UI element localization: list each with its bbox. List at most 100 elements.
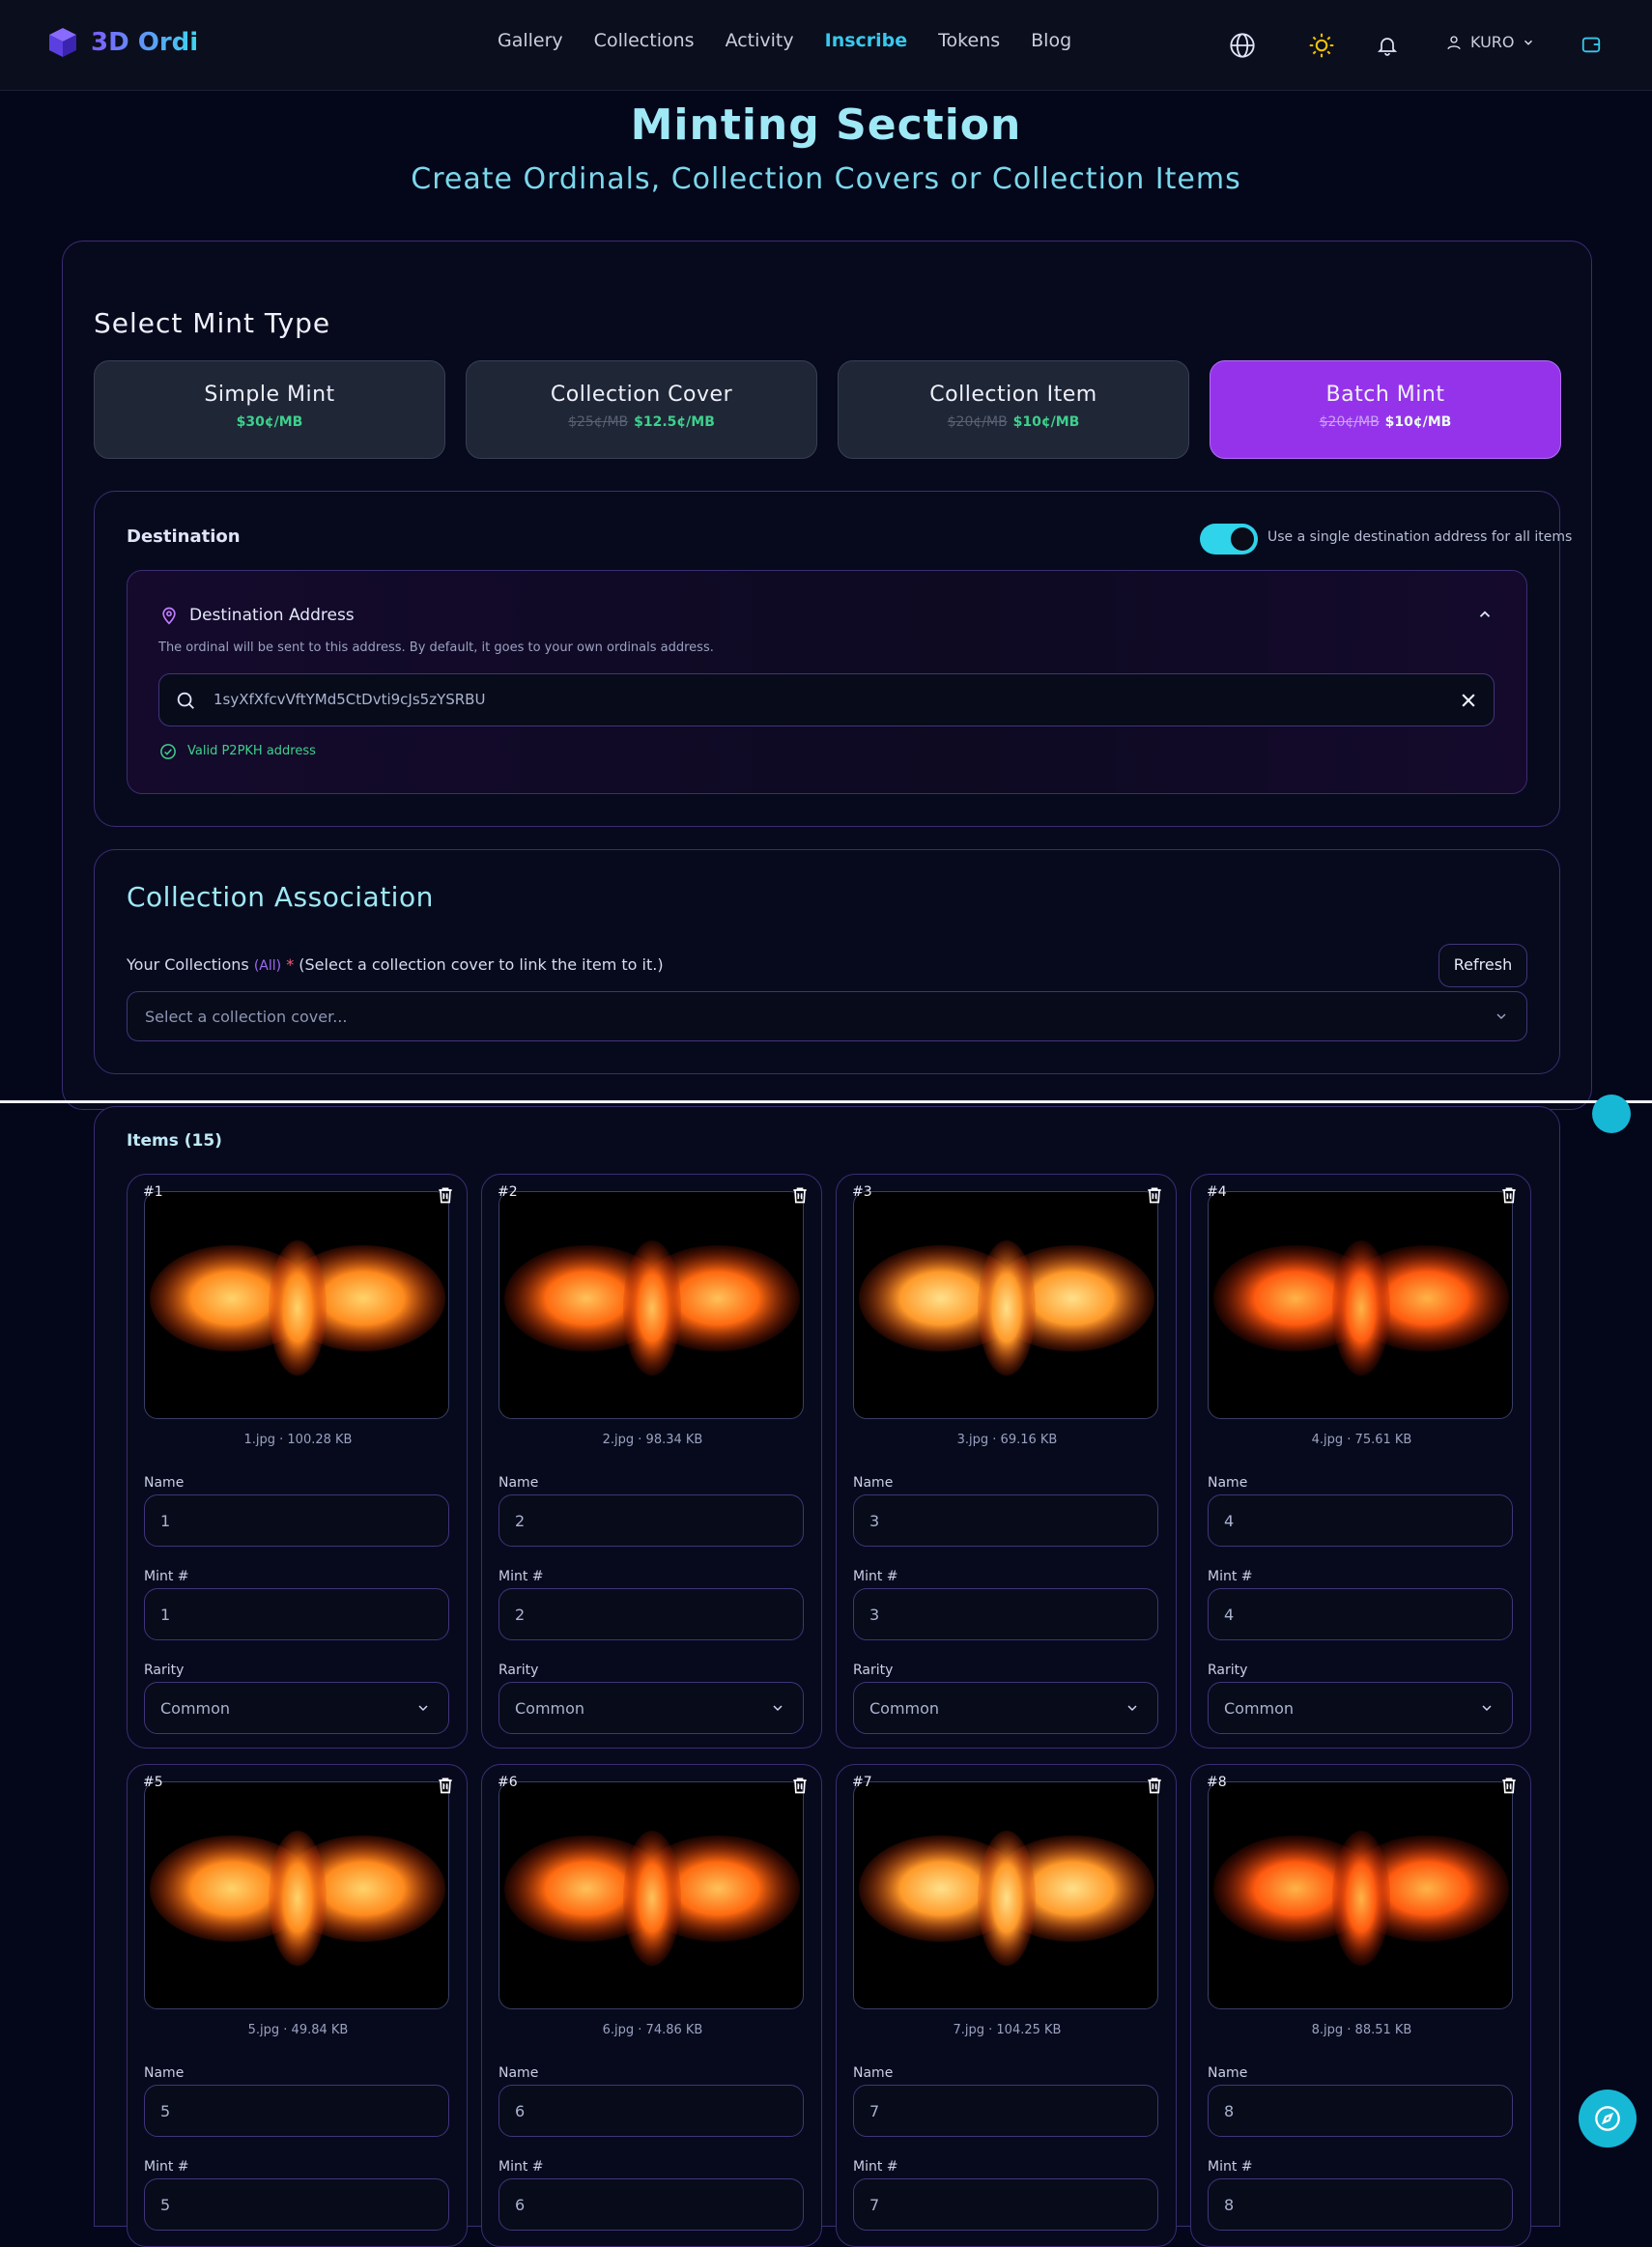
item-card: #4 4.jpg · 75.61 KB Name 4 Mint # 4 Rari… xyxy=(1190,1174,1531,1749)
nav-link-tokens[interactable]: Tokens xyxy=(938,30,1000,51)
nav-link-blog[interactable]: Blog xyxy=(1031,30,1071,51)
nav-link-gallery[interactable]: Gallery xyxy=(498,30,563,51)
search-icon xyxy=(177,692,194,709)
item-image xyxy=(1208,1781,1513,2009)
chevron-down-icon xyxy=(773,1705,783,1712)
item-index: #7 xyxy=(852,1775,872,1790)
mint-type-heading: Select Mint Type xyxy=(94,307,331,339)
items-title: Items (15) xyxy=(127,1131,222,1151)
destination-address-title: Destination Address xyxy=(189,606,355,625)
mint-number-input[interactable]: 3 xyxy=(853,1588,1158,1640)
nav-link-collections[interactable]: Collections xyxy=(594,30,695,51)
single-address-toggle[interactable] xyxy=(1200,524,1258,555)
trash-icon[interactable] xyxy=(1499,1775,1519,1796)
compass-fab[interactable] xyxy=(1579,2090,1637,2147)
page-title: Minting Section xyxy=(630,100,1022,150)
item-card: #1 1.jpg · 100.28 KB Name 1 Mint # 1 Rar… xyxy=(127,1174,468,1749)
trash-icon[interactable] xyxy=(436,1184,455,1206)
rarity-label: Rarity xyxy=(853,1663,894,1678)
mint-number-input[interactable]: 8 xyxy=(1208,2178,1513,2231)
destination-address-input[interactable]: 1syXfXfcvVftYMd5CtDvti9cJs5zYSRBU xyxy=(158,673,1495,726)
item-index: #5 xyxy=(143,1775,163,1790)
mint-number-input[interactable]: 4 xyxy=(1208,1588,1513,1640)
item-image xyxy=(853,1191,1158,1419)
mint-option-price: $30¢/MB xyxy=(236,414,303,430)
mint-number-input[interactable]: 2 xyxy=(498,1588,804,1640)
mint-number-input[interactable]: 5 xyxy=(144,2178,449,2231)
item-card: #6 6.jpg · 74.86 KB Name 6 Mint # 6 xyxy=(481,1764,822,2247)
item-index: #6 xyxy=(498,1775,518,1790)
collection-select[interactable]: Select a collection cover... xyxy=(127,991,1527,1041)
item-card: #7 7.jpg · 104.25 KB Name 7 Mint # 7 xyxy=(836,1764,1177,2247)
name-input[interactable]: 6 xyxy=(498,2085,804,2137)
name-label: Name xyxy=(1208,1475,1248,1491)
rarity-select[interactable]: Common xyxy=(1208,1682,1513,1734)
refresh-button[interactable]: Refresh xyxy=(1438,944,1527,987)
destination-description: The ordinal will be sent to this address… xyxy=(158,640,714,655)
mint-number-label: Mint # xyxy=(1208,1569,1253,1584)
item-card: #2 2.jpg · 98.34 KB Name 2 Mint # 2 Rari… xyxy=(481,1174,822,1749)
mint-option-collection-item[interactable]: Collection Item $20¢/MB $10¢/MB xyxy=(838,360,1189,459)
close-icon[interactable] xyxy=(1459,691,1478,710)
mint-number-input[interactable]: 6 xyxy=(498,2178,804,2231)
edge-button[interactable] xyxy=(1592,1095,1631,1133)
check-circle-icon xyxy=(160,744,176,759)
item-file-info: 5.jpg · 49.84 KB xyxy=(247,2023,349,2037)
name-input[interactable]: 1 xyxy=(144,1494,449,1547)
trash-icon[interactable] xyxy=(790,1775,810,1796)
item-image xyxy=(853,1781,1158,2009)
name-input[interactable]: 7 xyxy=(853,2085,1158,2137)
chevron-up-icon[interactable] xyxy=(1476,606,1494,623)
nav-link-activity[interactable]: Activity xyxy=(726,30,794,51)
mint-option-batch[interactable]: Batch Mint $20¢/MB $10¢/MB xyxy=(1210,360,1561,459)
mint-option-price: $20¢/MB $10¢/MB xyxy=(947,414,1080,430)
toggle-knob xyxy=(1231,527,1254,551)
mint-option-simple[interactable]: Simple Mint $30¢/MB xyxy=(94,360,445,459)
mint-option-price: $25¢/MB $12.5¢/MB xyxy=(568,414,715,430)
wallet-icon[interactable] xyxy=(1581,34,1602,55)
chevron-down-icon xyxy=(1496,1013,1506,1020)
mint-number-label: Mint # xyxy=(498,2159,544,2175)
name-label: Name xyxy=(144,2065,185,2081)
mint-number-input[interactable]: 1 xyxy=(144,1588,449,1640)
rarity-select[interactable]: Common xyxy=(498,1682,804,1734)
bell-icon[interactable] xyxy=(1376,34,1399,57)
mint-option-title: Simple Mint xyxy=(204,383,335,407)
user-icon xyxy=(1447,35,1461,49)
name-input[interactable]: 2 xyxy=(498,1494,804,1547)
item-file-info: 2.jpg · 98.34 KB xyxy=(602,1433,703,1447)
name-input[interactable]: 8 xyxy=(1208,2085,1513,2137)
logo-text: 3D Ordi xyxy=(91,28,199,57)
trash-icon[interactable] xyxy=(1145,1775,1164,1796)
name-label: Name xyxy=(498,1475,539,1491)
name-label: Name xyxy=(853,1475,894,1491)
item-image xyxy=(144,1191,449,1419)
user-name: KURO xyxy=(1470,33,1515,51)
mint-option-collection-cover[interactable]: Collection Cover $25¢/MB $12.5¢/MB xyxy=(466,360,817,459)
name-input[interactable]: 5 xyxy=(144,2085,449,2137)
nav-links: Gallery Collections Activity Inscribe To… xyxy=(498,30,1071,51)
trash-icon[interactable] xyxy=(790,1184,810,1206)
name-label: Name xyxy=(853,2065,894,2081)
globe-icon[interactable] xyxy=(1229,32,1256,59)
address-value: 1syXfXfcvVftYMd5CtDvti9cJs5zYSRBU xyxy=(214,691,486,708)
page-subtitle: Create Ordinals, Collection Covers or Co… xyxy=(411,162,1241,196)
rarity-select[interactable]: Common xyxy=(144,1682,449,1734)
item-card: #3 3.jpg · 69.16 KB Name 3 Mint # 3 Rari… xyxy=(836,1174,1177,1749)
sun-icon[interactable] xyxy=(1308,32,1335,59)
logo[interactable]: 3D Ordi xyxy=(48,27,198,58)
nav-link-inscribe[interactable]: Inscribe xyxy=(825,30,908,51)
trash-icon[interactable] xyxy=(1499,1184,1519,1206)
rarity-label: Rarity xyxy=(144,1663,185,1678)
mint-number-input[interactable]: 7 xyxy=(853,2178,1158,2231)
name-label: Name xyxy=(144,1475,185,1491)
mint-option-price: $20¢/MB $10¢/MB xyxy=(1319,414,1452,430)
toggle-label: Use a single destination address for all… xyxy=(1267,529,1573,545)
chevron-down-icon xyxy=(1127,1705,1137,1712)
trash-icon[interactable] xyxy=(1145,1184,1164,1206)
user-menu[interactable]: KURO xyxy=(1445,33,1535,51)
name-input[interactable]: 3 xyxy=(853,1494,1158,1547)
rarity-select[interactable]: Common xyxy=(853,1682,1158,1734)
name-input[interactable]: 4 xyxy=(1208,1494,1513,1547)
trash-icon[interactable] xyxy=(436,1775,455,1796)
